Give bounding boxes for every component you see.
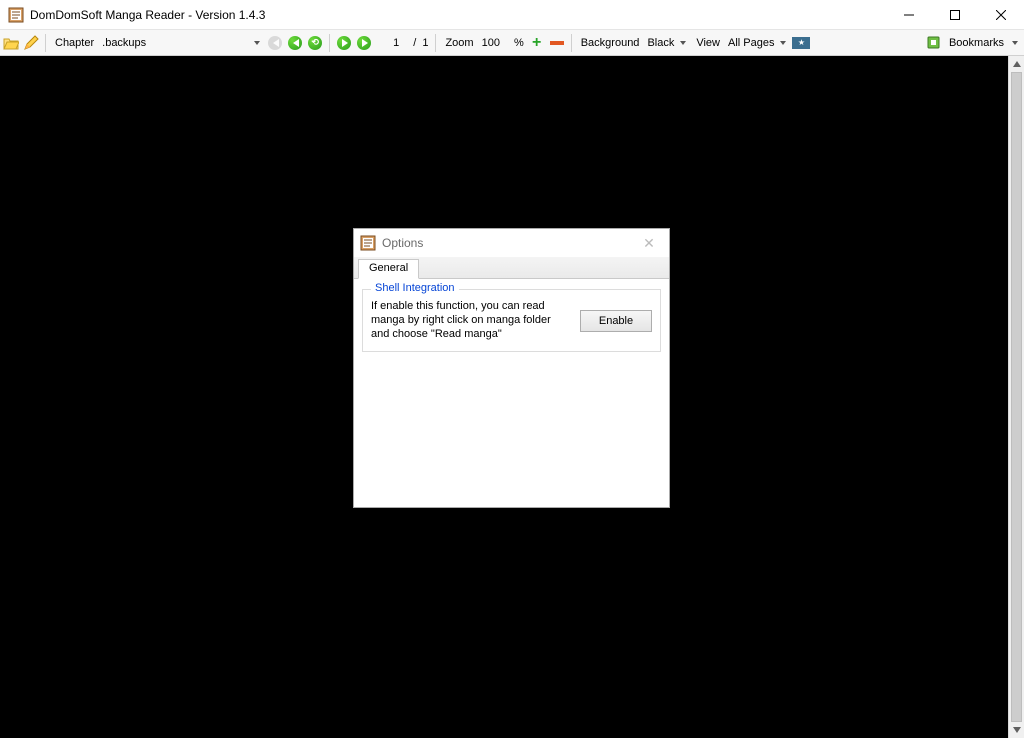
close-button[interactable]: [978, 0, 1024, 30]
last-chapter-button[interactable]: [355, 34, 373, 52]
page-total: 1: [420, 37, 430, 49]
zoom-in-button[interactable]: +: [528, 34, 546, 52]
view-label: View: [692, 37, 724, 49]
dialog-body: Shell Integration If enable this functio…: [354, 279, 669, 362]
page-separator: /: [411, 37, 418, 49]
flag-button[interactable]: ★: [792, 34, 810, 52]
chapter-select[interactable]: [100, 34, 250, 52]
zoom-label: Zoom: [441, 37, 477, 49]
view-value[interactable]: All Pages: [726, 37, 776, 49]
app-icon: [8, 7, 24, 23]
first-chapter-button: [266, 34, 284, 52]
tab-general[interactable]: General: [358, 259, 419, 279]
options-dialog: Options ✕ General Shell Integration If e…: [353, 228, 670, 508]
viewer-area: Options ✕ General Shell Integration If e…: [0, 56, 1024, 738]
maximize-button[interactable]: [932, 0, 978, 30]
zoom-value: 100: [480, 37, 502, 49]
chapter-label: Chapter: [51, 37, 98, 49]
scroll-up-button[interactable]: [1009, 56, 1024, 72]
shell-integration-group: Shell Integration If enable this functio…: [362, 289, 661, 352]
scroll-track[interactable]: [1009, 72, 1024, 722]
zoom-unit: %: [512, 37, 526, 49]
vertical-scrollbar[interactable]: [1008, 56, 1024, 738]
zoom-out-button[interactable]: [548, 34, 566, 52]
group-description: If enable this function, you can read ma…: [371, 300, 570, 341]
group-legend: Shell Integration: [371, 282, 459, 294]
open-folder-button[interactable]: [2, 34, 20, 52]
bookmarks-icon[interactable]: [925, 34, 943, 52]
minimize-button[interactable]: [886, 0, 932, 30]
dialog-app-icon: [360, 235, 376, 251]
next-chapter-button[interactable]: [335, 34, 353, 52]
bookmarks-label[interactable]: Bookmarks: [945, 37, 1008, 49]
reload-chapter-button[interactable]: ⟲: [306, 34, 324, 52]
page-current: 1: [391, 37, 401, 49]
view-dropdown-icon[interactable]: [780, 41, 786, 45]
dialog-close-button[interactable]: ✕: [635, 231, 663, 255]
settings-button[interactable]: [22, 34, 40, 52]
dialog-title: Options: [382, 236, 423, 250]
window-title: DomDomSoft Manga Reader - Version 1.4.3: [30, 8, 265, 22]
dialog-tabstrip: General: [354, 257, 669, 279]
prev-chapter-button[interactable]: [286, 34, 304, 52]
main-toolbar: Chapter ⟲ 1 / 1 Zoom 100 % + Background …: [0, 30, 1024, 56]
bookmarks-dropdown-icon[interactable]: [1012, 41, 1018, 45]
background-label: Background: [577, 37, 644, 49]
dialog-titlebar[interactable]: Options ✕: [354, 229, 669, 257]
background-value[interactable]: Black: [645, 37, 676, 49]
chapter-dropdown-icon[interactable]: [254, 41, 260, 45]
background-dropdown-icon[interactable]: [680, 41, 686, 45]
scroll-down-button[interactable]: [1009, 722, 1024, 738]
window-titlebar: DomDomSoft Manga Reader - Version 1.4.3: [0, 0, 1024, 30]
enable-button[interactable]: Enable: [580, 310, 652, 332]
scroll-thumb[interactable]: [1011, 72, 1022, 722]
